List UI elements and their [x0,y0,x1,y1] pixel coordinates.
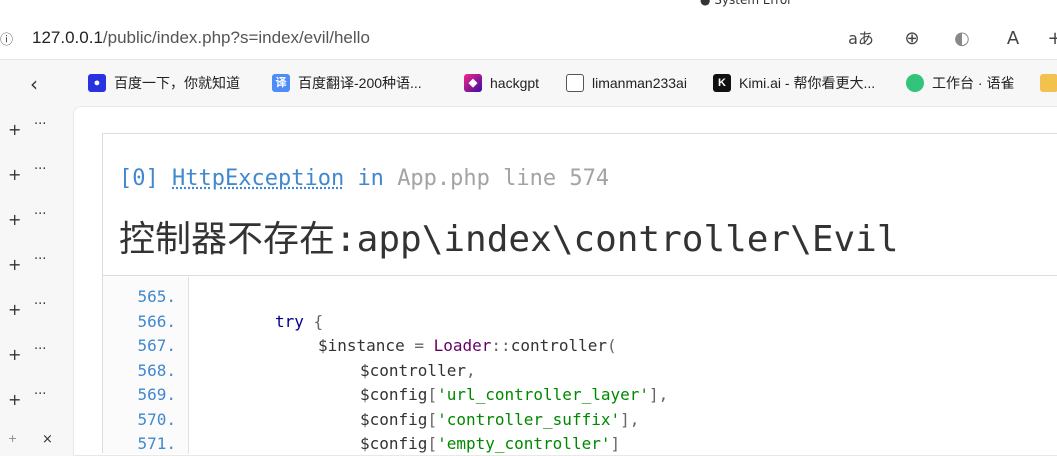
sidebar-item[interactable]: + ··· [8,252,58,275]
bookmark-label: hackgpt [490,75,540,91]
sidebar-item[interactable]: + ··· [8,297,58,320]
sidebar: + ··· + ··· + ··· + ··· + ··· + ··· + ··· + × [0,106,60,447]
plus-icon[interactable]: + [8,120,21,139]
tab-strip: ● System Error [0,0,1057,18]
bookmark-kimi[interactable]: K Kimi.ai - 帮你看更大... [713,72,875,94]
plus-icon[interactable]: + [8,432,17,445]
url-host: 127.0.0.1 [32,28,103,47]
plus-icon[interactable]: + [8,390,21,409]
hackgpt-icon: ◆ [464,74,482,92]
bookmark-label: 百度一下，你就知道 [114,75,240,91]
url-text[interactable]: 127.0.0.1/public/index.php?s=index/evil/… [32,28,370,48]
reader-icon[interactable]: A [1000,26,1026,52]
line-number: 567. [137,336,176,355]
bookmark-label: limanman233ai [592,75,687,91]
bookmark-baidu[interactable]: ● 百度一下，你就知道 [88,72,240,94]
code-line: $instance = Loader::controller( [318,336,617,355]
document-icon [566,74,584,92]
bookmark-label: 百度翻译-200种语... [298,75,422,91]
plus-icon[interactable]: + [8,255,21,274]
exception-message: 控制器不存在:app\index\controller\Evil [119,219,899,260]
sidebar-item[interactable]: + ··· [8,117,58,140]
sidebar-item[interactable]: + ··· [8,387,58,410]
copilot-icon[interactable]: ◐ [949,26,975,52]
folder-icon[interactable] [1040,72,1057,94]
plus-icon[interactable]: + [1042,26,1057,52]
more-icon[interactable]: ··· [34,207,46,222]
yuque-icon [906,74,924,92]
more-icon[interactable]: ··· [34,162,46,177]
plus-icon[interactable]: + [8,300,21,319]
bookmark-limanman[interactable]: limanman233ai [566,72,687,94]
code-line: $controller, [360,361,476,380]
exception-title: [0] HttpException in App.php line 574 [119,166,609,191]
plus-icon[interactable]: + [8,210,21,229]
site-info-icon[interactable]: ⓘ [0,29,14,48]
exception-in: in [357,166,384,191]
bookmark-hackgpt[interactable]: ◆ hackgpt [464,72,539,94]
exception-location: App.php line 574 [397,166,610,191]
line-number: 568. [137,361,176,380]
sidebar-item[interactable]: + × [8,432,58,452]
zoom-icon[interactable]: ⊕ [899,26,925,52]
bookmark-yuque[interactable]: 工作台 · 语雀 [906,72,1014,94]
line-number: 570. [137,410,176,429]
chevron-left-icon[interactable]: ‹ [30,72,38,96]
more-icon[interactable]: ··· [34,252,46,267]
address-bar[interactable]: ⓘ 127.0.0.1/public/index.php?s=index/evi… [0,18,1057,60]
line-number-gutter: 565. 566. 567. 568. 569. 570. 571. [103,277,189,454]
bookmark-label: 工作台 · 语雀 [932,75,1015,91]
more-icon[interactable]: ··· [34,117,46,132]
sidebar-item[interactable]: + ··· [8,162,58,185]
translate-icon: 译 [272,74,290,92]
sidebar-item[interactable]: + ··· [8,342,58,365]
baidu-icon: ● [88,74,106,92]
more-icon[interactable]: ··· [34,387,46,402]
bookmark-translate[interactable]: 译 百度翻译-200种语... [272,72,422,94]
plus-icon[interactable]: + [8,345,21,364]
exception-panel: [0] HttpException in App.php line 574 控制… [102,133,1057,454]
kimi-icon: K [713,74,731,92]
close-icon[interactable]: × [42,432,53,447]
tab-title-fragment[interactable]: ● System Error [700,0,792,7]
sidebar-item[interactable]: + ··· [8,207,58,230]
exception-index: [0] [119,166,159,191]
line-number: 569. [137,385,176,404]
more-icon[interactable]: ··· [34,297,46,312]
exception-header: [0] HttpException in App.php line 574 控制… [103,134,1057,276]
code-view: 565. 566. 567. 568. 569. 570. 571. try {… [103,277,1057,454]
code-line: $config['url_controller_layer'], [360,385,669,404]
bookmark-label: Kimi.ai - 帮你看更大... [739,75,876,91]
plus-icon[interactable]: + [8,165,21,184]
read-aloud-icon[interactable]: aあ [848,26,874,52]
code-line: try { [275,312,324,331]
line-number: 566. [137,312,176,331]
url-path: /public/index.php?s=index/evil/hello [102,28,370,47]
bookmarks-bar: ‹ ● 百度一下，你就知道 译 百度翻译-200种语... ◆ hackgpt … [0,60,1057,106]
more-icon[interactable]: ··· [34,342,46,357]
code-line: $config['controller_suffix'], [360,410,640,429]
exception-class-link[interactable]: HttpException [172,166,344,191]
line-number: 565. [137,287,176,306]
